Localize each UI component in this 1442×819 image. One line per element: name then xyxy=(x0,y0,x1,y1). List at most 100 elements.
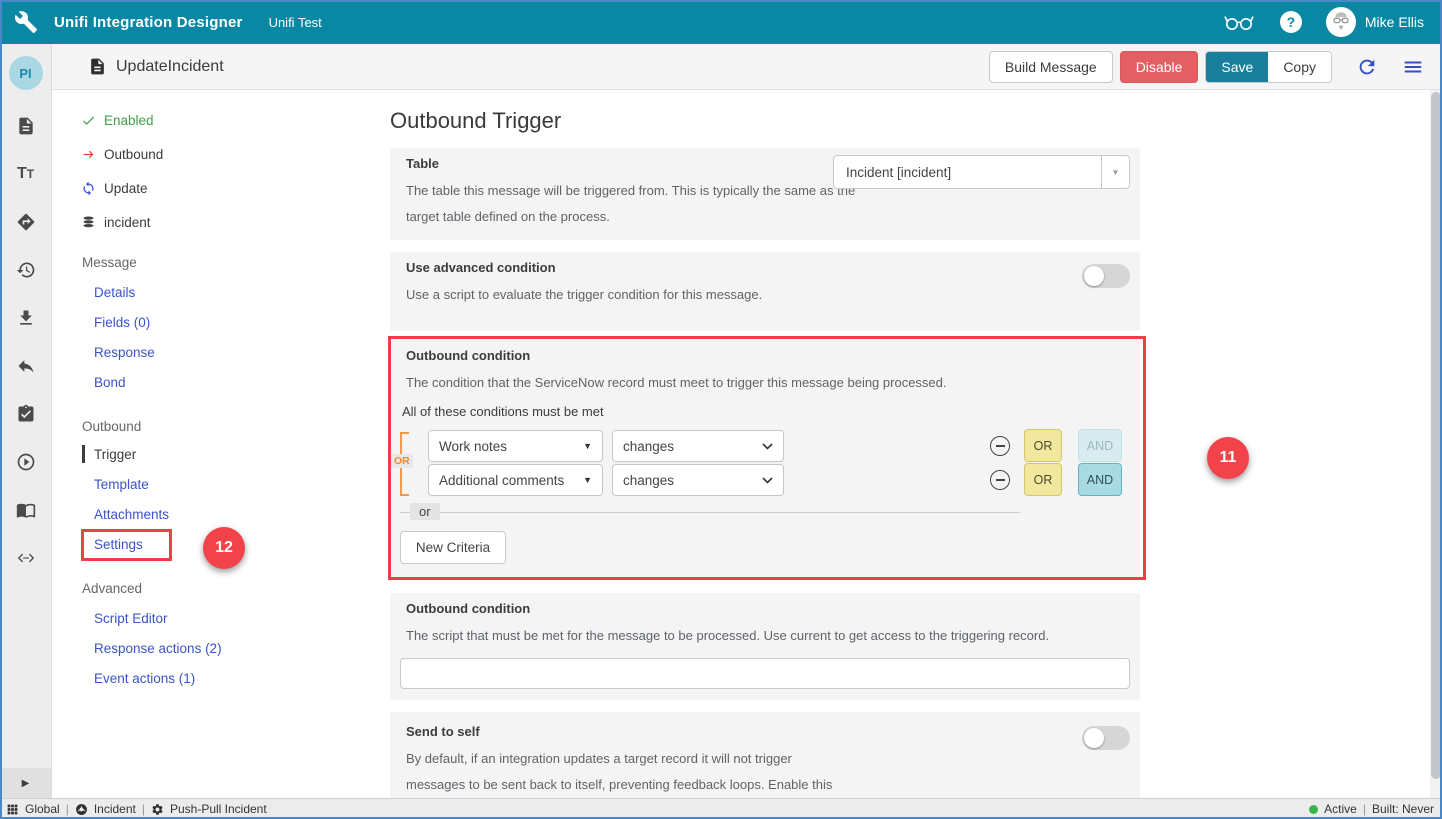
new-criteria-button[interactable]: New Criteria xyxy=(400,531,506,564)
page-title: Outbound Trigger xyxy=(390,108,561,134)
send-desc-line2: messages to be sent back to itself, prev… xyxy=(406,777,832,792)
send-to-self-toggle[interactable] xyxy=(1082,726,1130,750)
integration-avatar[interactable]: PI xyxy=(9,56,43,90)
chevron-down-icon xyxy=(762,477,773,484)
toggle-knob xyxy=(1084,728,1104,748)
nav-item-event-actions[interactable]: Event actions (1) xyxy=(94,666,195,690)
grid-icon xyxy=(6,803,19,816)
play-circle-icon[interactable] xyxy=(0,438,51,486)
record-title: UpdateIncident xyxy=(116,58,224,76)
process-icon xyxy=(75,803,88,816)
separator: | xyxy=(142,802,145,816)
nav-item-response[interactable]: Response xyxy=(94,340,155,364)
book-icon[interactable] xyxy=(0,486,51,534)
scope-label[interactable]: Global xyxy=(25,802,60,816)
integration-label[interactable]: Push-Pull Incident xyxy=(170,802,267,816)
chevron-down-icon[interactable]: ▼ xyxy=(1101,156,1129,188)
check-icon xyxy=(80,112,96,128)
or-button-1[interactable]: OR xyxy=(1024,429,1062,462)
chevron-down-icon xyxy=(762,443,773,450)
sync-icon xyxy=(80,180,96,196)
reply-icon[interactable] xyxy=(0,342,51,390)
history-icon[interactable] xyxy=(0,246,51,294)
document-icon xyxy=(88,57,107,76)
help-icon[interactable]: ? xyxy=(1280,11,1302,33)
outbound-condition-description: The condition that the ServiceNow record… xyxy=(406,370,947,396)
vertical-scrollbar[interactable] xyxy=(1430,90,1442,798)
condition-field-value-2: Additional comments xyxy=(439,473,564,488)
status-bar-right: Active | Built: Never xyxy=(1309,802,1434,816)
app-title: Unifi Integration Designer xyxy=(54,14,243,31)
send-to-self-card: Send to self By default, if an integrati… xyxy=(390,712,1140,798)
remove-condition-button-2[interactable] xyxy=(990,470,1010,490)
table-select-value: Incident [incident] xyxy=(834,156,1101,188)
caret-down-icon: ▼ xyxy=(583,441,592,451)
code-icon[interactable] xyxy=(0,534,51,582)
glasses-icon[interactable] xyxy=(1224,14,1254,31)
copy-button[interactable]: Copy xyxy=(1268,52,1331,82)
advanced-condition-label: Use advanced condition xyxy=(406,260,556,275)
annotation-badge-11: 11 xyxy=(1207,437,1249,479)
active-status-dot xyxy=(1309,805,1318,814)
nav-section-advanced: Advanced xyxy=(82,576,142,600)
refresh-icon[interactable] xyxy=(1356,56,1378,78)
table-select[interactable]: Incident [incident] ▼ xyxy=(833,155,1130,189)
table-card: Table The table this message will be tri… xyxy=(390,148,1140,240)
outbound-condition-card: Outbound condition The condition that th… xyxy=(390,340,1140,578)
outbound-condition-label: Outbound condition xyxy=(406,348,530,363)
build-message-button[interactable]: Build Message xyxy=(989,51,1113,83)
user-avatar[interactable] xyxy=(1326,7,1356,37)
outbound-condition-script-card: Outbound condition The script that must … xyxy=(390,593,1140,700)
disable-button[interactable]: Disable xyxy=(1120,51,1199,83)
download-icon[interactable] xyxy=(0,294,51,342)
directions-icon[interactable] xyxy=(0,198,51,246)
advanced-condition-card: Use advanced condition Use a script to e… xyxy=(390,252,1140,331)
condition-operator-value-1: changes xyxy=(623,439,674,454)
send-to-self-description: By default, if an integration updates a … xyxy=(406,746,832,798)
nav-item-fields[interactable]: Fields (0) xyxy=(94,310,150,334)
and-button-2[interactable]: AND xyxy=(1078,463,1122,496)
active-item-bar xyxy=(82,445,85,463)
text-fields-icon[interactable]: TT xyxy=(0,150,51,198)
expand-arrow-icon[interactable]: ▶ xyxy=(0,768,51,798)
scrollbar-thumb[interactable] xyxy=(1431,92,1441,779)
or-button-2[interactable]: OR xyxy=(1024,463,1062,496)
save-button[interactable]: Save xyxy=(1206,52,1268,82)
nav-item-response-actions[interactable]: Response actions (2) xyxy=(94,636,222,660)
process-label[interactable]: Incident xyxy=(94,802,136,816)
top-bar-right: ? Mike Ellis xyxy=(1224,7,1424,37)
condition-field-select-2[interactable]: Additional comments ▼ xyxy=(428,464,603,496)
condition-operator-select-1[interactable]: changes xyxy=(612,430,784,462)
main-content: Outbound Trigger Table The table this me… xyxy=(360,90,1430,798)
condition-field-select-1[interactable]: Work notes ▼ xyxy=(428,430,603,462)
script-condition-label: Outbound condition xyxy=(406,601,530,616)
nav-item-bond[interactable]: Bond xyxy=(94,370,126,394)
wrench-icon xyxy=(14,10,38,34)
user-name[interactable]: Mike Ellis xyxy=(1365,14,1424,30)
nav-section-message: Message xyxy=(82,250,137,274)
send-desc-line1: By default, if an integration updates a … xyxy=(406,751,792,766)
nav-item-attachments[interactable]: Attachments xyxy=(94,502,169,526)
toolbar-actions: Build Message Disable Save Copy xyxy=(989,51,1442,83)
app-subtitle: Unifi Test xyxy=(269,15,322,30)
script-condition-input[interactable] xyxy=(400,658,1130,689)
nav-item-script-editor[interactable]: Script Editor xyxy=(94,606,168,630)
nav-item-details[interactable]: Details xyxy=(94,280,135,304)
hamburger-menu-icon[interactable] xyxy=(1402,56,1424,78)
conditions-note: All of these conditions must be met xyxy=(402,404,604,419)
task-check-icon[interactable] xyxy=(0,390,51,438)
nav-item-template[interactable]: Template xyxy=(94,472,149,496)
and-button-1[interactable]: AND xyxy=(1078,429,1122,462)
nav-item-settings[interactable]: Settings xyxy=(94,532,143,556)
document-icon[interactable] xyxy=(0,102,51,150)
table-label: Table xyxy=(406,156,439,171)
advanced-condition-toggle[interactable] xyxy=(1082,264,1130,288)
status-bar: Global | Incident | Push-Pull Incident A… xyxy=(0,798,1442,819)
condition-operator-select-2[interactable]: changes xyxy=(612,464,784,496)
database-icon xyxy=(80,214,96,230)
nav-item-trigger[interactable]: Trigger xyxy=(94,442,136,466)
side-nav: Enabled Outbound Update incident Message… xyxy=(52,90,360,798)
record-toolbar: UpdateIncident Build Message Disable Sav… xyxy=(52,44,1442,90)
remove-condition-button-1[interactable] xyxy=(990,436,1010,456)
or-divider-chip: or xyxy=(410,503,440,520)
